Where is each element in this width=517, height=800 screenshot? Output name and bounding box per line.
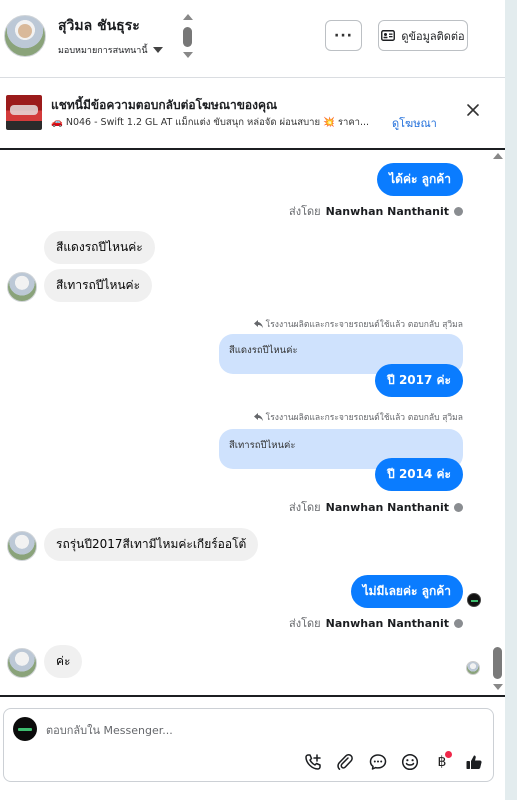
sent-by-label: ส่งโดย Nanwhan Nanthanit [289, 202, 463, 220]
close-icon[interactable] [466, 103, 480, 117]
contact-card-icon [381, 30, 396, 41]
phone-plus-icon [305, 754, 321, 770]
sender-name: Nanwhan Nanthanit [325, 500, 449, 514]
reply-note-text: โรงงานผลิตและกระจายรถยนต์ใช้แล้ว ตอบกลับ… [265, 320, 463, 330]
seen-contact-avatar [466, 661, 480, 675]
outgoing-message[interactable]: ได้ค่ะ ลูกค้า [377, 163, 463, 196]
call-button[interactable] [303, 752, 323, 772]
emoji-button[interactable] [400, 752, 420, 772]
scroll-down-arrow-icon[interactable] [183, 52, 193, 58]
contact-avatar[interactable] [7, 648, 37, 678]
scroll-up-arrow-icon[interactable] [493, 153, 503, 159]
divider [0, 695, 505, 697]
view-ad-link[interactable]: ดูโฆษณา [392, 114, 437, 132]
contact-avatar[interactable] [7, 272, 37, 302]
reply-note: โรงงานผลิตและกระจายรถยนต์ใช้แล้ว ตอบกลับ… [253, 317, 463, 331]
incoming-message[interactable]: สีเทารถปีไหนค่ะ [44, 269, 153, 302]
more-options-button[interactable]: ··· [325, 20, 362, 51]
page-logo [13, 717, 37, 741]
incoming-message[interactable]: สีแดงรถปีไหนค่ะ [44, 231, 155, 264]
reply-note: โรงงานผลิตและกระจายรถยนต์ใช้แล้ว ตอบกลับ… [253, 410, 463, 424]
ad-thumbnail-image[interactable] [6, 95, 42, 130]
payment-button[interactable]: ฿ [432, 751, 452, 772]
chat-bubble-icon [369, 754, 387, 770]
sent-by-label: ส่งโดย Nanwhan Nanthanit [289, 498, 463, 516]
reply-arrow-icon [253, 320, 263, 328]
thumbs-up-icon [466, 755, 482, 769]
outgoing-message[interactable]: ปี 2014 ค่ะ [375, 458, 463, 491]
info-icon[interactable] [454, 502, 463, 512]
contact-avatar[interactable] [4, 15, 46, 57]
info-icon[interactable] [454, 206, 463, 216]
scroll-up-arrow-icon[interactable] [183, 14, 193, 20]
sent-by-prefix: ส่งโดย [289, 617, 321, 630]
conversation-header: สุวิมล ชันธุระ มอบหมายการสนทนานี้ ··· ดู… [0, 0, 505, 76]
reply-note-text: โรงงานผลิตและกระจายรถยนต์ใช้แล้ว ตอบกลับ… [265, 413, 463, 423]
scroll-down-arrow-icon[interactable] [493, 684, 503, 690]
outgoing-message[interactable]: ปี 2017 ค่ะ [375, 364, 463, 397]
page-background [505, 0, 517, 800]
header-scrollbar[interactable] [182, 14, 194, 60]
view-contact-info-button[interactable]: ดูข้อมูลติดต่อ [378, 20, 468, 51]
incoming-message[interactable]: รถรุ่นปี2017สีเทามีไหมค่ะเกียร์ออโต้ [44, 528, 259, 561]
like-button[interactable] [464, 752, 484, 772]
conversation-panel: สุวิมล ชันธุระ มอบหมายการสนทนานี้ ··· ดู… [0, 0, 505, 800]
message-composer: ฿ [3, 708, 494, 782]
attach-button[interactable] [335, 752, 355, 772]
reply-input[interactable] [46, 721, 466, 739]
scroll-thumb[interactable] [183, 27, 192, 47]
smiley-icon [401, 753, 419, 771]
outgoing-message[interactable]: ไม่มีเลยค่ะ ลูกค้า [350, 575, 463, 608]
contact-avatar[interactable] [7, 531, 37, 561]
sender-name: Nanwhan Nanthanit [325, 616, 449, 630]
sent-by-label: ส่งโดย Nanwhan Nanthanit [289, 614, 463, 632]
sender-name: Nanwhan Nanthanit [325, 204, 449, 218]
info-icon[interactable] [454, 618, 463, 628]
contact-name[interactable]: สุวิมล ชันธุระ [58, 15, 140, 37]
assign-conversation-dropdown[interactable]: มอบหมายการสนทนานี้ [58, 43, 163, 57]
ad-banner-subtitle: 🚗 N046 - Swift 1.2 GL AT แม็กแต่ง ขับสนุ… [51, 117, 370, 128]
paperclip-icon [337, 753, 353, 770]
reply-arrow-icon [253, 413, 263, 421]
view-contact-info-label: ดูข้อมูลติดต่อ [401, 29, 465, 43]
assign-label: มอบหมายการสนทนานี้ [58, 46, 148, 56]
scroll-thumb[interactable] [493, 647, 502, 679]
sent-by-prefix: ส่งโดย [289, 501, 321, 514]
ad-banner-title: แชทนี้มีข้อความตอบกลับต่อโฆษณาของคุณ [51, 98, 278, 112]
message-thread[interactable]: ได้ค่ะ ลูกค้า ส่งโดย Nanwhan Nanthanit ส… [0, 150, 491, 695]
ad-reply-banner: แชทนี้มีข้อความตอบกลับต่อโฆษณาของคุณ 🚗 N… [0, 78, 505, 148]
thread-scrollbar[interactable] [491, 150, 505, 695]
seen-page-avatar [467, 593, 481, 607]
chevron-down-icon [152, 47, 163, 53]
notification-dot [445, 751, 452, 758]
sent-by-prefix: ส่งโดย [289, 205, 321, 218]
incoming-message[interactable]: ค่ะ [44, 645, 83, 678]
saved-reply-button[interactable] [368, 752, 388, 772]
